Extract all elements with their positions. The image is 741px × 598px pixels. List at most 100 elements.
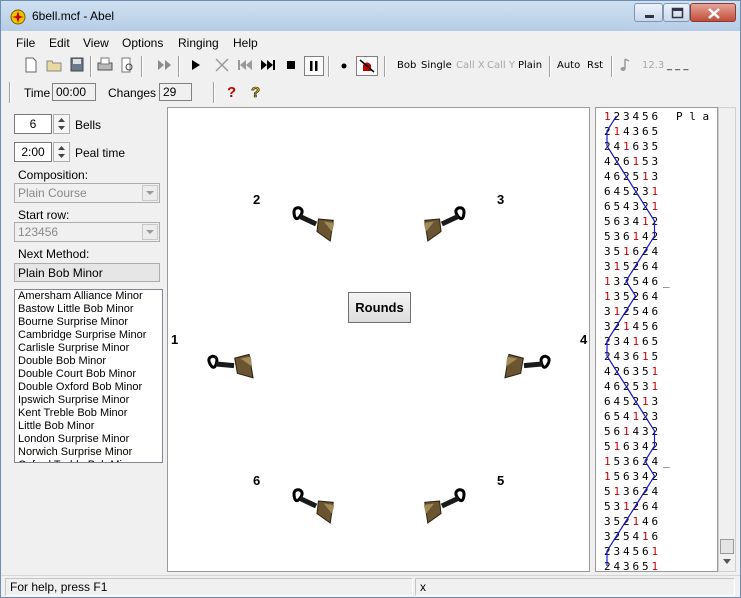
method-list-item[interactable]: Cambridge Surprise Minor bbox=[15, 329, 162, 342]
scroll-thumb[interactable] bbox=[720, 539, 734, 554]
skip-back-icon bbox=[238, 60, 252, 70]
minimize-button[interactable] bbox=[634, 3, 663, 22]
reset-button[interactable]: Rst bbox=[587, 60, 603, 71]
blue-line-display: 1 2 3 4 5 6 2 1 4 3 6 5 2 4 1 6 3 5 4 2 6 1 5 3 4 6 2 5 1 3 6 4 5 2 3 1 6 5 4 3… bbox=[604, 110, 709, 571]
peal-time-spinner[interactable] bbox=[53, 142, 70, 162]
toolbar-separator bbox=[178, 56, 180, 77]
method-list-item[interactable]: Amersham Alliance Minor bbox=[15, 290, 162, 303]
method-list-item[interactable]: Norwich Surprise Minor bbox=[15, 446, 162, 459]
change-row: 352146 bbox=[604, 515, 658, 528]
change-row: 462513 bbox=[604, 170, 658, 183]
method-list-item[interactable]: Oxford Treble Bob Minor bbox=[15, 459, 162, 462]
menu-options[interactable]: Options bbox=[122, 36, 163, 50]
single-button[interactable]: Single bbox=[421, 60, 452, 71]
dropdown-arrow[interactable] bbox=[142, 185, 158, 201]
method-list-item[interactable]: Bourne Surprise Minor bbox=[15, 316, 162, 329]
music-button[interactable] bbox=[617, 56, 633, 76]
rewind-button[interactable] bbox=[236, 56, 254, 76]
open-folder-icon bbox=[46, 60, 62, 72]
method-list-item[interactable]: Double Court Bob Minor bbox=[15, 368, 162, 381]
change-row: 462531 bbox=[604, 380, 658, 393]
bell-6-icon[interactable] bbox=[286, 486, 344, 526]
method-list-item[interactable]: Double Bob Minor bbox=[15, 355, 162, 368]
call-x-button[interactable]: Call X bbox=[456, 60, 485, 71]
vertical-scrollbar[interactable] bbox=[718, 107, 736, 572]
context-help-button[interactable]: ? bbox=[248, 82, 264, 102]
menu-help[interactable]: Help bbox=[233, 36, 258, 50]
method-list-item[interactable]: London Surprise Minor bbox=[15, 433, 162, 446]
menu-view[interactable]: View bbox=[83, 36, 109, 50]
dropdown-arrow[interactable] bbox=[142, 224, 158, 240]
step-button[interactable] bbox=[213, 56, 231, 76]
dot-icon bbox=[341, 63, 347, 69]
window-title: 6bell.mcf - Abel bbox=[32, 9, 115, 23]
fast-forward-icon bbox=[158, 60, 171, 70]
print-preview-button[interactable] bbox=[119, 56, 135, 76]
title-bar[interactable]: 6bell.mcf - Abel bbox=[1, 1, 740, 31]
change-row: 561432 bbox=[604, 425, 658, 438]
change-row: 426153 bbox=[604, 155, 658, 168]
method-list-item[interactable]: Double Oxford Bob Minor bbox=[15, 381, 162, 394]
auto-button[interactable]: Auto bbox=[557, 60, 580, 71]
dash-button[interactable]: _ _ _ bbox=[667, 60, 688, 71]
toolbar: Bob Single Call X Call Y Plain Auto Rst … bbox=[6, 54, 737, 79]
composition-select[interactable]: Plain Course bbox=[14, 183, 160, 203]
help-button[interactable]: ? bbox=[224, 82, 240, 102]
change-row: 654321 bbox=[604, 200, 658, 213]
change-row: 645231 bbox=[604, 185, 658, 198]
method-list-item[interactable]: Ipswich Surprise Minor bbox=[15, 394, 162, 407]
print-button[interactable] bbox=[96, 56, 114, 76]
bells-spinner[interactable] bbox=[53, 114, 70, 134]
peal-time-input[interactable]: 2:00 bbox=[14, 142, 52, 162]
skip-forward-button[interactable] bbox=[259, 56, 277, 76]
bob-button[interactable]: Bob bbox=[397, 60, 416, 71]
close-button[interactable] bbox=[690, 3, 736, 22]
new-button[interactable] bbox=[23, 56, 39, 76]
start-row-select[interactable]: 123456 bbox=[14, 222, 160, 242]
changes-label: Changes bbox=[108, 86, 157, 100]
method-list-item[interactable]: Kent Treble Bob Minor bbox=[15, 407, 162, 420]
numbers-button[interactable]: 12.3 bbox=[642, 60, 664, 71]
status-bar: For help, press F1 x bbox=[1, 575, 740, 597]
menu-ringing[interactable]: Ringing bbox=[178, 36, 219, 50]
play-icon bbox=[192, 60, 200, 70]
play-button[interactable] bbox=[188, 56, 204, 76]
composition-label: Composition: bbox=[18, 168, 89, 182]
bells-input[interactable]: 6 bbox=[14, 114, 52, 134]
bell-1-icon[interactable] bbox=[204, 346, 262, 386]
blue-line-panel[interactable]: 123456 214365 241635 426153 462513 645231 6543… bbox=[595, 107, 718, 572]
record-button[interactable] bbox=[335, 56, 353, 76]
bell-2-icon[interactable] bbox=[286, 204, 344, 244]
scroll-down-arrow-icon[interactable] bbox=[721, 556, 733, 568]
change-row: 645213 bbox=[604, 395, 658, 408]
start-row-value: 123456 bbox=[18, 225, 59, 239]
rounds-button[interactable]: Rounds bbox=[348, 292, 411, 323]
lead-end-mark: _ bbox=[663, 275, 670, 288]
fast-forward-button[interactable] bbox=[156, 56, 174, 76]
change-row: 241635 bbox=[604, 140, 658, 153]
menu-edit[interactable]: Edit bbox=[49, 36, 70, 50]
plain-button[interactable]: Plain bbox=[518, 60, 542, 71]
call-y-button[interactable]: Call Y bbox=[487, 60, 515, 71]
method-list-item[interactable]: Little Bob Minor bbox=[15, 420, 162, 433]
ring-bell-button[interactable] bbox=[356, 56, 378, 76]
method-list[interactable]: Amersham Alliance Minor Bastow Little Bob… bbox=[14, 289, 163, 463]
question-red-icon: ? bbox=[227, 84, 236, 101]
status-help-text: For help, press F1 bbox=[5, 578, 413, 596]
method-list-item[interactable]: Carlisle Surprise Minor bbox=[15, 342, 162, 355]
menu-file[interactable]: File bbox=[16, 36, 35, 50]
open-button[interactable] bbox=[46, 56, 64, 76]
method-list-item[interactable]: Bastow Little Bob Minor bbox=[15, 303, 162, 316]
maximize-button[interactable] bbox=[663, 3, 690, 22]
bell-label-3: 3 bbox=[497, 192, 505, 207]
bell-4-icon[interactable] bbox=[496, 346, 554, 386]
pause-button[interactable] bbox=[304, 56, 324, 76]
bell-5-icon[interactable] bbox=[414, 486, 472, 526]
save-button[interactable] bbox=[69, 56, 85, 76]
new-file-icon bbox=[25, 57, 37, 73]
next-method-value: Plain Bob Minor bbox=[14, 263, 160, 282]
toolbar-separator bbox=[549, 56, 551, 77]
stop-button[interactable] bbox=[283, 56, 299, 76]
question-yellow-icon: ? bbox=[251, 84, 261, 102]
bell-3-icon[interactable] bbox=[414, 204, 472, 244]
